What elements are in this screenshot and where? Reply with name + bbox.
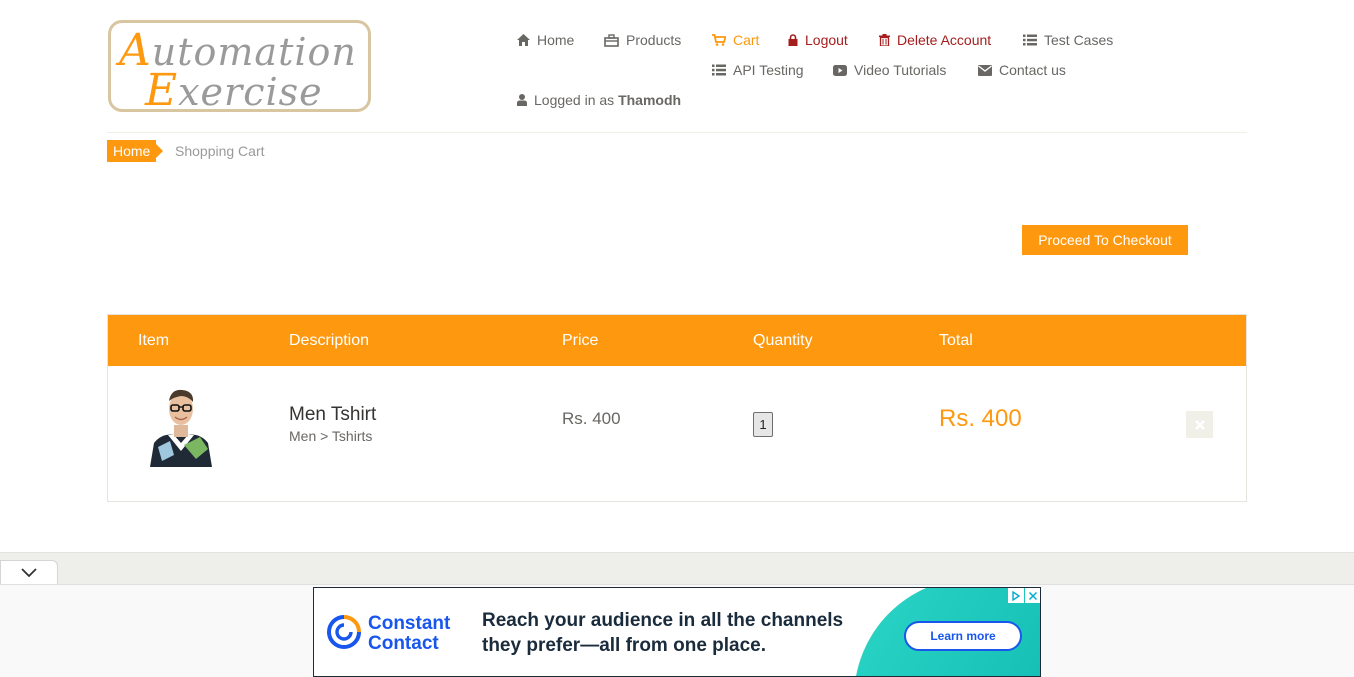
product-name[interactable]: Men Tshirt [289,404,376,426]
close-icon [1194,419,1205,430]
product-total: Rs. 400 [939,405,1022,432]
nav-video-tutorials-label: Video Tutorials [854,62,947,78]
list-icon [712,64,726,76]
ad-learn-more-button[interactable]: Learn more [904,621,1022,651]
nav-video-tutorials[interactable]: Video Tutorials [833,62,946,78]
cart-table: Item Description Price Quantity Total Me… [107,314,1247,502]
header-price: Price [562,332,599,349]
site-logo[interactable]: Automation Exercise [108,20,371,116]
youtube-play-icon [833,64,847,76]
nav-delete-account-label: Delete Account [897,32,992,48]
breadcrumb-home[interactable]: Home [107,140,164,162]
header-divider [107,132,1247,133]
header-description: Description [289,332,370,349]
nav-delete-account[interactable]: Delete Account [879,32,991,48]
ad-brand-line-2: Contact [368,633,439,654]
constant-contact-logo-icon [327,615,361,649]
quantity-display: 1 [753,412,773,437]
chevron-down-icon [21,568,37,577]
ad-headline-line-1: Reach your audience in all the channels [482,610,844,631]
ad-headline-line-2: they prefer—all from one place. [482,635,767,656]
nav-cart-label: Cart [733,32,760,48]
remove-item-button[interactable] [1186,411,1213,438]
username: Thamodh [618,92,682,108]
nav-home[interactable]: Home [517,32,574,48]
nav-api-testing[interactable]: API Testing [712,62,804,78]
collapse-ad-button[interactable] [0,560,58,584]
envelope-icon [978,64,992,76]
products-icon [604,33,619,47]
header-quantity: Quantity [753,332,813,349]
logged-in-status: Logged in as Thamodh [517,92,681,108]
ad-close-icon[interactable] [1025,588,1040,603]
nav-test-cases-label: Test Cases [1044,32,1114,48]
nav-contact-us-label: Contact us [999,62,1066,78]
lock-icon [788,34,798,46]
ad-choices-icon[interactable] [1008,588,1024,603]
header-item: Item [138,332,170,349]
site-header: Automation Exercise Home Products Cart L… [0,0,1354,133]
ad-brand-line-1: Constant [368,613,451,634]
header-total: Total [939,332,973,349]
nav-contact-us[interactable]: Contact us [978,62,1066,78]
nav-logout-label: Logout [805,32,848,48]
nav-products-label: Products [626,32,682,48]
logo-line-2: Exercise [145,65,323,116]
nav-home-label: Home [537,32,575,48]
breadcrumb-current: Shopping Cart [175,143,265,159]
product-image[interactable] [144,385,218,467]
trash-icon [879,34,890,46]
nav-test-cases[interactable]: Test Cases [1023,32,1113,48]
ad-banner[interactable]: Constant Contact Reach your audience in … [313,587,1041,677]
cart-table-header: Item Description Price Quantity Total [108,315,1246,366]
user-icon [517,94,527,106]
product-category: Men > Tshirts [289,428,373,444]
nav-api-testing-label: API Testing [733,62,804,78]
product-price: Rs. 400 [562,409,621,428]
home-icon [517,34,530,46]
nav-logout[interactable]: Logout [788,32,848,48]
ad-headline: Reach your audience in all the channels … [482,608,843,658]
logged-in-label: Logged in as [534,92,615,108]
cart-icon [712,34,726,46]
nav-products[interactable]: Products [604,32,681,48]
ad-brand: Constant Contact [368,614,450,654]
list-icon [1023,34,1037,46]
nav-cart[interactable]: Cart [712,32,759,48]
proceed-to-checkout-button[interactable]: Proceed To Checkout [1022,225,1188,255]
